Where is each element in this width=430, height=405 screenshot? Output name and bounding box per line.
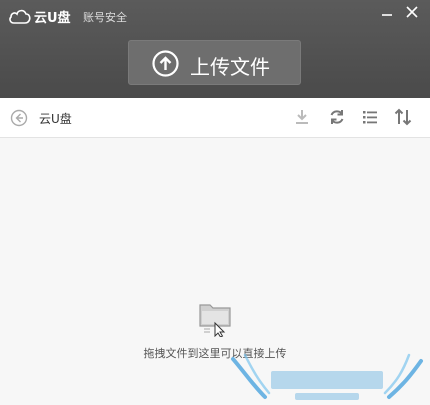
minimize-icon [382, 14, 392, 16]
close-icon [406, 6, 418, 18]
app-title: 云U盘 [34, 11, 71, 26]
toolbar: 云U盘 [0, 98, 430, 138]
close-button[interactable] [401, 4, 423, 24]
upload-file-button[interactable]: 上传文件 [128, 40, 301, 85]
cloud-icon [9, 9, 31, 24]
upload-arrow-icon [152, 50, 179, 77]
list-view-icon[interactable] [361, 108, 379, 126]
folder-drag-icon [199, 304, 231, 337]
file-drop-area[interactable]: 拖拽文件到这里可以直接上传 [0, 138, 430, 405]
watermark-logo [231, 353, 423, 400]
account-security-link[interactable]: 账号安全 [83, 9, 127, 25]
sort-icon[interactable] [394, 108, 412, 126]
back-icon[interactable] [10, 109, 28, 127]
upload-file-label: 上传文件 [190, 55, 270, 79]
title-bar: 云U盘 账号安全 上传文件 [0, 0, 430, 98]
minimize-button[interactable] [376, 4, 398, 24]
breadcrumb: 云U盘 [39, 112, 72, 126]
refresh-icon[interactable] [328, 108, 346, 126]
download-icon[interactable] [293, 108, 311, 126]
